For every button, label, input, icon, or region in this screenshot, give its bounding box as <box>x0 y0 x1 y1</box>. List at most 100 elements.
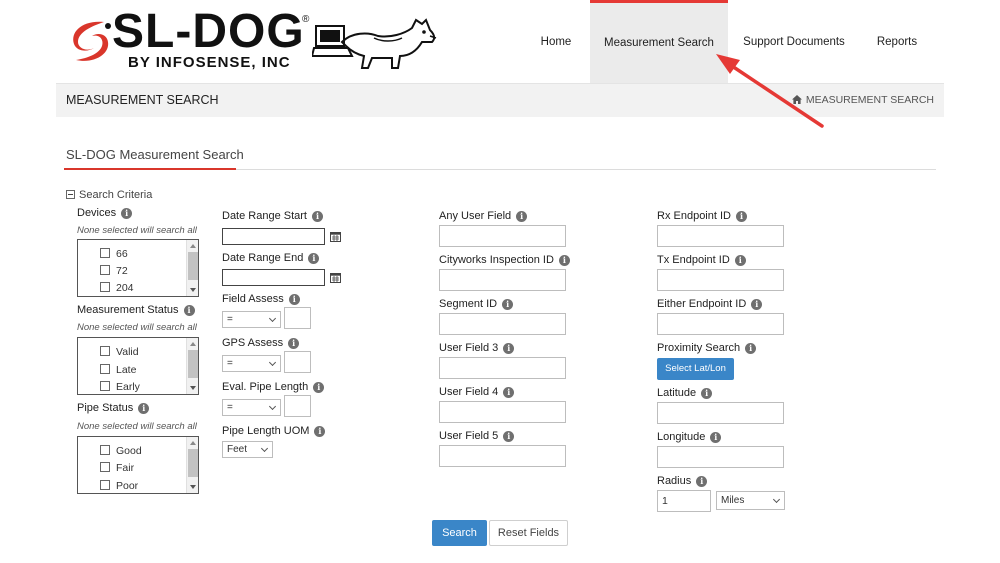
info-icon[interactable]: i <box>696 476 708 487</box>
chevron-down-icon <box>268 402 277 411</box>
measurement-status-option-0[interactable]: Valid <box>100 345 139 358</box>
scroll-thumb[interactable] <box>188 449 198 477</box>
checkbox[interactable] <box>100 381 110 391</box>
radius-unit-select[interactable]: Miles <box>716 491 785 510</box>
info-icon[interactable]: i <box>503 387 515 398</box>
scroll-down-icon[interactable] <box>190 485 196 489</box>
devices-option-2[interactable]: 204 <box>100 281 134 294</box>
checkbox[interactable] <box>100 364 110 374</box>
brand-name: SL-DOG <box>112 5 305 58</box>
scroll-down-icon[interactable] <box>190 386 196 390</box>
measurement-status-hint: None selected will search all <box>77 322 197 333</box>
scroll-down-icon[interactable] <box>190 288 196 292</box>
scroll-up-icon[interactable] <box>190 244 196 248</box>
rx-endpoint-id-input[interactable] <box>657 225 784 247</box>
info-icon[interactable]: i <box>502 299 514 310</box>
radius-input[interactable]: 1 <box>657 490 711 512</box>
annotation-arrow-icon <box>716 54 824 128</box>
user-field-4-input[interactable] <box>439 401 566 423</box>
devices-option-0[interactable]: 66 <box>100 247 128 260</box>
info-icon[interactable]: i <box>314 426 326 437</box>
info-icon[interactable]: i <box>308 253 320 264</box>
scroll-thumb[interactable] <box>188 350 198 378</box>
field-assess-operator-select[interactable]: = <box>222 311 281 328</box>
info-icon[interactable]: i <box>735 211 747 222</box>
brand-logo[interactable]: SL-DOG ® BY INFOSENSE, INC <box>64 5 444 74</box>
checkbox[interactable] <box>100 248 110 258</box>
pipe-status-option-2[interactable]: Poor <box>100 479 138 492</box>
info-icon[interactable]: i <box>313 382 325 393</box>
scroll-up-icon[interactable] <box>190 441 196 445</box>
either-endpoint-id-input[interactable] <box>657 313 784 335</box>
checkbox[interactable] <box>100 346 110 356</box>
any-user-field-input[interactable] <box>439 225 566 247</box>
select-lat-lon-button[interactable]: Select Lat/Lon <box>657 358 734 380</box>
scroll-up-icon[interactable] <box>190 342 196 346</box>
info-icon[interactable]: i <box>710 432 722 443</box>
info-icon[interactable]: i <box>121 208 133 219</box>
gps-assess-value-input[interactable] <box>284 351 311 373</box>
page-title: MEASUREMENT SEARCH <box>66 93 219 107</box>
pipe-status-option-0[interactable]: Good <box>100 444 142 457</box>
calendar-icon[interactable] <box>330 231 341 242</box>
user-field-3-label: User Field 3i <box>439 342 515 354</box>
search-button[interactable]: Search <box>432 520 487 546</box>
checkbox[interactable] <box>100 445 110 455</box>
calendar-icon[interactable] <box>330 272 341 283</box>
devices-scrollbar[interactable] <box>186 240 198 296</box>
measurement-status-option-2[interactable]: Early <box>100 380 140 393</box>
devices-option-1[interactable]: 72 <box>100 264 128 277</box>
eval-pipe-length-operator-select[interactable]: = <box>222 399 281 416</box>
chevron-down-icon <box>260 444 269 453</box>
tx-endpoint-id-input[interactable] <box>657 269 784 291</box>
nav-reports[interactable]: Reports <box>864 0 930 83</box>
date-range-start-input[interactable] <box>222 228 325 245</box>
user-field-4-label: User Field 4i <box>439 386 515 398</box>
cityworks-inspection-id-input[interactable] <box>439 269 566 291</box>
gps-assess-label: GPS Assess i <box>222 337 300 349</box>
info-icon[interactable]: i <box>288 338 300 349</box>
info-icon[interactable]: i <box>183 305 195 316</box>
measurement-status-listbox[interactable]: Valid Late Early <box>77 337 199 395</box>
longitude-input[interactable] <box>657 446 784 468</box>
pipe-status-scrollbar[interactable] <box>186 437 198 493</box>
info-icon[interactable]: i <box>288 294 300 305</box>
pipe-status-option-1[interactable]: Fair <box>100 461 134 474</box>
eval-pipe-length-operator-value: = <box>227 402 233 413</box>
segment-id-input[interactable] <box>439 313 566 335</box>
pipe-status-label: Pipe Status i <box>77 402 150 414</box>
measurement-status-scrollbar[interactable] <box>186 338 198 394</box>
measurement-status-option-1[interactable]: Late <box>100 363 136 376</box>
field-assess-label: Field Assess i <box>222 293 300 305</box>
reset-fields-button[interactable]: Reset Fields <box>489 520 568 546</box>
search-criteria-toggle[interactable]: Search Criteria <box>66 189 152 201</box>
field-assess-value-input[interactable] <box>284 307 311 329</box>
pipe-status-listbox[interactable]: Good Fair Poor <box>77 436 199 494</box>
info-icon[interactable]: i <box>503 431 515 442</box>
gps-assess-operator-select[interactable]: = <box>222 355 281 372</box>
devices-listbox[interactable]: 66 72 204 <box>77 239 199 297</box>
info-icon[interactable]: i <box>558 255 570 266</box>
devices-hint: None selected will search all <box>77 225 197 236</box>
latitude-input[interactable] <box>657 402 784 424</box>
scroll-thumb[interactable] <box>188 252 198 280</box>
devices-label: Devices i <box>77 207 133 219</box>
info-icon[interactable]: i <box>751 299 763 310</box>
info-icon[interactable]: i <box>745 343 757 354</box>
pipe-length-uom-select[interactable]: Feet <box>222 441 273 458</box>
nav-home[interactable]: Home <box>528 0 584 83</box>
user-field-3-input[interactable] <box>439 357 566 379</box>
user-field-5-input[interactable] <box>439 445 566 467</box>
info-icon[interactable]: i <box>701 388 713 399</box>
checkbox[interactable] <box>100 462 110 472</box>
info-icon[interactable]: i <box>516 211 528 222</box>
info-icon[interactable]: i <box>138 403 150 414</box>
eval-pipe-length-value-input[interactable] <box>284 395 311 417</box>
info-icon[interactable]: i <box>503 343 515 354</box>
info-icon[interactable]: i <box>734 255 746 266</box>
checkbox[interactable] <box>100 265 110 275</box>
checkbox[interactable] <box>100 282 110 292</box>
info-icon[interactable]: i <box>312 211 323 222</box>
date-range-end-input[interactable] <box>222 269 325 286</box>
checkbox[interactable] <box>100 480 110 490</box>
